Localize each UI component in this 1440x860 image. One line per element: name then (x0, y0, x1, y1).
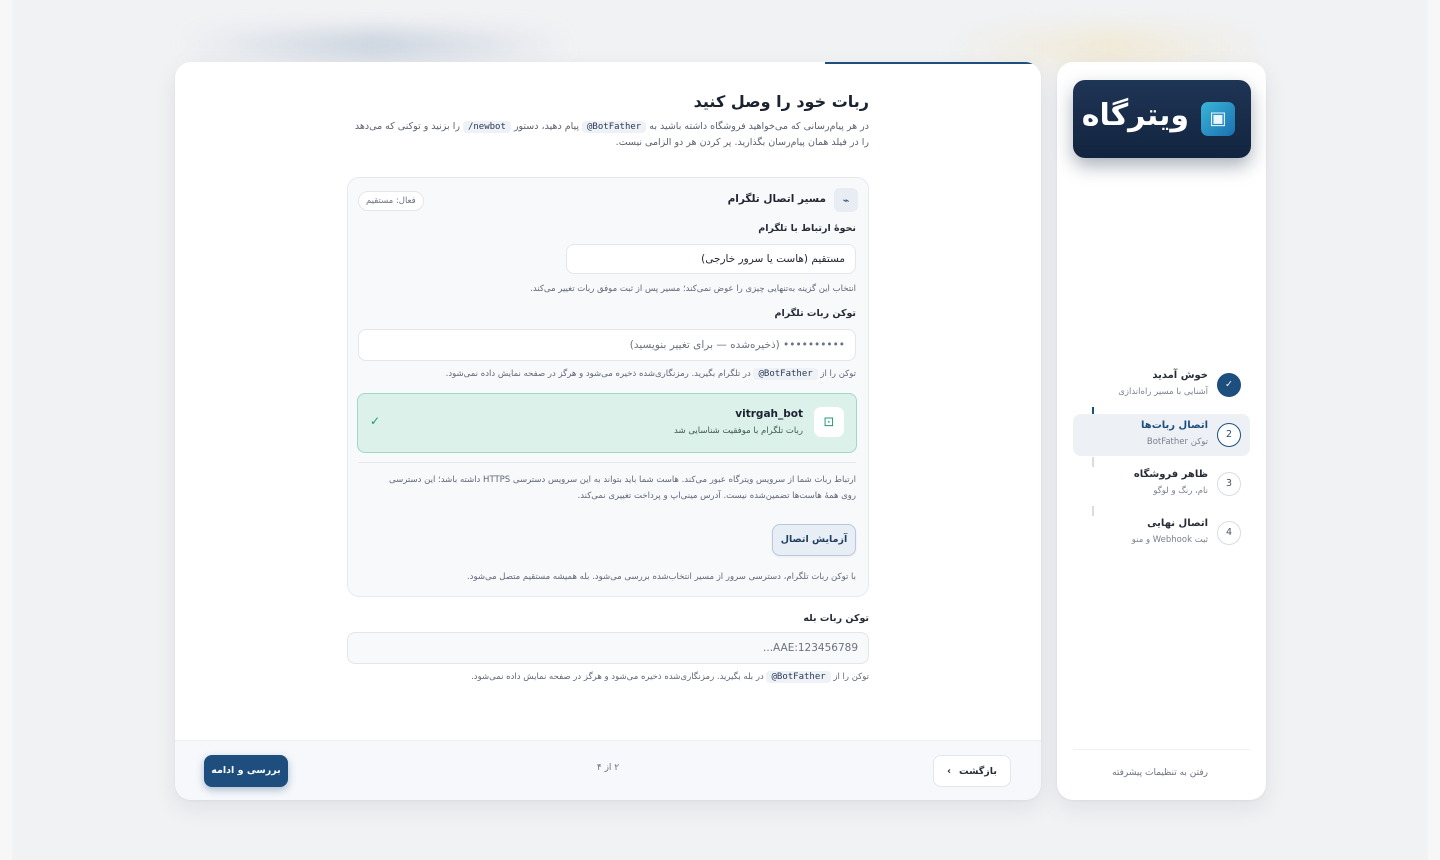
route-note: ارتباط ربات شما از سرویس ویترگاه عبور می… (389, 475, 856, 501)
step-subtitle: توکن BotFather (1146, 437, 1208, 447)
route-panel-header: ⌁ مسیر اتصال تلگرام فعال: مستقیم (358, 188, 858, 212)
brand-logo-text: ویترگاه (1081, 98, 1189, 133)
intro-text-part: پیام دهید، دستور (513, 121, 579, 132)
route-panel-title: مسیر اتصال تلگرام (727, 193, 826, 205)
page-edge-right (1428, 0, 1440, 860)
telegram-token-input[interactable]: •••••••••• (ذخیره‌شده — برای تغییر بنویس… (358, 329, 856, 361)
step-item-store-look[interactable]: 3 ظاهر فروشگاه نام، رنگ و لوگو (1073, 463, 1250, 505)
botfather-code: @BotFather (766, 671, 831, 683)
step-content: ربات خود را وصل کنید در هر پیام‌رسانی که… (347, 92, 869, 683)
brand-logo: ▣ ویترگاه (1073, 80, 1251, 158)
step-number: 3 (1217, 472, 1241, 496)
route-footer-note: با توکن ربات تلگرام، دسترسی سرور از مسیر… (466, 572, 856, 582)
step-title: اتصال ربات‌ها (1141, 420, 1208, 431)
wizard-footer: بازگشت › ۲ از ۴ بررسی و ادامه (175, 740, 1041, 800)
status-badge: فعال: مستقیم (358, 191, 424, 211)
hint-text-part: در تلگرام بگیرید. رمزنگاری‌شده ذخیره می‌… (445, 369, 751, 379)
continue-button[interactable]: بررسی و ادامه (204, 755, 288, 787)
step-item-welcome[interactable]: ✓ خوش آمدید آشنایی با مسیر راه‌اندازی (1073, 364, 1250, 406)
bale-token-hint: توکن را از @BotFather در بله بگیرید. رمز… (347, 671, 869, 683)
hint-text-part: توکن را از (833, 672, 869, 682)
wizard-sidebar: ▣ ویترگاه ✓ خوش آمدید آشنایی با مسیر راه… (1057, 62, 1266, 800)
decorative-glow (180, 30, 570, 60)
storefront-icon: ▣ (1201, 102, 1235, 136)
step-number: 2 (1217, 423, 1241, 447)
step-subtitle: نام، رنگ و لوگو (1153, 486, 1208, 496)
check-icon: ✓ (370, 414, 381, 428)
telegram-token-hint: توکن را از @BotFather در تلگرام بگیرید. … (445, 368, 856, 380)
telegram-route-panel: ⌁ مسیر اتصال تلگرام فعال: مستقیم نحوهٔ ا… (347, 177, 869, 597)
step-subtitle: آشنایی با مسیر راه‌اندازی (1118, 387, 1208, 397)
bot-username: vitrgah_bot (735, 408, 803, 420)
step-number: 4 (1217, 521, 1241, 545)
wizard-main-card: ربات خود را وصل کنید در هر پیام‌رسانی که… (175, 62, 1041, 800)
botfather-code: @BotFather (753, 368, 818, 380)
hint-text-part: در بله بگیرید. رمزنگاری‌شده ذخیره می‌شود… (471, 672, 764, 682)
botfather-code: @BotFather (582, 121, 647, 133)
step-item-final-connect[interactable]: 4 اتصال نهایی ثبت Webhook و منو (1073, 512, 1250, 554)
newbot-code: /newbot (462, 121, 511, 133)
intro-text-part: در هر پیام‌رسانی که می‌خواهید فروشگاه دا… (649, 121, 869, 132)
bot-detected-card: ⊡ vitrgah_bot ربات تلگرام با موفقیت شناس… (357, 393, 857, 453)
step-subtitle: ثبت Webhook و منو (1131, 535, 1208, 545)
robot-icon: ⊡ (814, 407, 844, 437)
step-title: خوش آمدید (1152, 370, 1208, 381)
check-icon: ✓ (1217, 373, 1241, 397)
connection-mode-select[interactable]: مستقیم (هاست یا سرور خارجی) (566, 244, 856, 274)
connection-mode-hint: انتخاب این گزینه به‌تنهایی چیزی را عوض ن… (530, 284, 856, 294)
hint-text-part: توکن را از (820, 369, 856, 379)
decorative-glow (950, 30, 1270, 66)
test-connection-button[interactable]: آزمایش اتصال (772, 524, 856, 556)
step-counter: ۲ از ۴ (596, 763, 620, 773)
step-title: اتصال نهایی (1147, 518, 1208, 529)
step-item-connect-bots[interactable]: 2 اتصال ربات‌ها توکن BotFather (1073, 414, 1250, 456)
page-edge-left (0, 0, 12, 860)
pulse-icon: ⌁ (834, 188, 858, 212)
page-title: ربات خود را وصل کنید (693, 92, 869, 111)
progress-indicator (825, 62, 1041, 64)
connection-mode-label: نحوهٔ ارتباط با تلگرام (758, 223, 856, 234)
step-title: ظاهر فروشگاه (1133, 469, 1208, 480)
divider (1073, 749, 1250, 750)
bale-token-label: توکن ربات بله (803, 613, 869, 624)
bale-token-input[interactable]: 123456789:AAE... (347, 632, 869, 664)
intro-text: در هر پیام‌رسانی که می‌خواهید فروشگاه دا… (347, 119, 869, 151)
advanced-settings-link[interactable]: رفتن به تنظیمات پیشرفته (1112, 768, 1208, 778)
telegram-token-label: توکن ربات تلگرام (774, 308, 856, 319)
divider (358, 462, 856, 463)
bot-status-text: ربات تلگرام با موفقیت شناسایی شد (674, 426, 803, 436)
